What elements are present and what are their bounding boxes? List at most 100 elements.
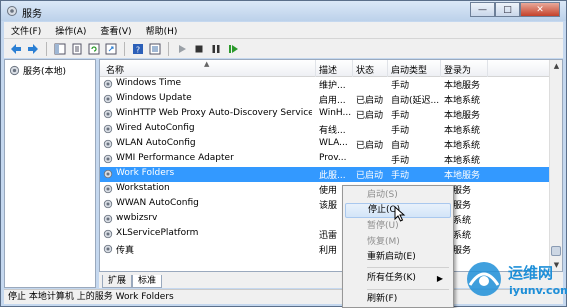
service-gear-icon — [103, 244, 113, 254]
column-divider[interactable] — [315, 60, 316, 77]
table-row[interactable]: XLServicePlatform 迅雷 地系统 — [100, 227, 549, 242]
table-row[interactable]: 传真 利用 络服务 — [100, 242, 549, 257]
column-divider[interactable] — [387, 60, 388, 77]
service-gear-icon — [103, 169, 113, 179]
pause-icon — [212, 44, 220, 53]
column-header-name[interactable]: 名称 — [106, 63, 124, 76]
close-icon: ✕ — [536, 4, 544, 15]
menu-bar: 文件(F) 操作(A) 查看(V) 帮助(H) — [4, 22, 563, 38]
start-icon — [179, 44, 186, 53]
service-gear-icon — [103, 124, 113, 134]
console-tree-icon — [54, 43, 66, 54]
status-text: 停止 本地计算机 上的服务 Work Folders — [8, 292, 174, 302]
menu-file[interactable]: 文件(F) — [4, 24, 48, 37]
view-icon — [149, 43, 161, 54]
cell-name: WMI Performance Adapter — [116, 153, 234, 163]
refresh-button[interactable] — [87, 42, 101, 56]
table-row[interactable]: WLAN AutoConfig WLA... 已启动 自动 本地系统 — [100, 137, 549, 152]
cell-name: wwbizsrv — [116, 213, 158, 223]
column-divider[interactable] — [352, 60, 353, 77]
forward-button[interactable] — [26, 42, 40, 56]
context-item-all-tasks-label: 所有任务(K) — [367, 273, 416, 283]
column-header-desc[interactable]: 描述 — [319, 63, 337, 76]
toolbar-separator — [124, 41, 125, 56]
export-button[interactable] — [104, 42, 118, 56]
scrollbar-thumb[interactable] — [551, 246, 561, 256]
minimize-icon: — — [478, 4, 487, 15]
column-header-startup[interactable]: 启动类型 — [391, 63, 427, 76]
list-header: 名称 ▲ 描述 状态 启动类型 登录为 — [100, 60, 562, 77]
table-row[interactable]: Windows Time 维护... 手动 本地服务 — [100, 77, 549, 92]
table-row[interactable]: WMI Performance Adapter Prov... 手动 本地系统 — [100, 152, 549, 167]
view-button[interactable] — [148, 42, 162, 56]
tree-item-label: 服务(本地) — [23, 67, 67, 77]
cell-startup: 手动 — [391, 156, 410, 166]
restart-service-button[interactable] — [226, 42, 240, 56]
toolbar-separator — [168, 41, 169, 56]
watermark-cn: 运维网 — [508, 264, 554, 282]
help-button[interactable]: ? — [131, 42, 145, 56]
menu-view[interactable]: 查看(V) — [93, 24, 138, 37]
context-item-all-tasks[interactable]: 所有任务(K) ▶ — [345, 271, 451, 286]
service-gear-icon — [103, 139, 113, 149]
context-item-restart[interactable]: 重新启动(E) — [345, 250, 451, 265]
service-gear-icon — [103, 199, 113, 209]
cell-name: WLAN AutoConfig — [116, 138, 196, 148]
watermark: 运维网 iyunv.com — [464, 257, 567, 307]
tab-standard[interactable]: 标准 — [132, 275, 163, 288]
forward-icon — [28, 43, 38, 54]
context-item-resume[interactable]: 恢复(M) — [345, 235, 451, 250]
service-gear-icon — [103, 79, 113, 89]
export-icon — [105, 43, 117, 54]
table-row[interactable]: Work Folders 此服... 已启动 手动 本地服务 — [100, 167, 549, 182]
tab-extended[interactable]: 扩展 — [102, 275, 133, 288]
cell-status: 已启动 — [356, 171, 384, 181]
table-row[interactable]: Workstation 使用 络服务 — [100, 182, 549, 197]
refresh-icon — [88, 43, 100, 54]
cell-startup: 自动 — [391, 141, 410, 151]
console-tree-button[interactable] — [53, 42, 67, 56]
cell-startup: 自动(延迟... — [391, 96, 439, 106]
cell-logon: 本地系统 — [444, 156, 481, 166]
context-item-refresh[interactable]: 刷新(F) — [345, 292, 451, 307]
cell-status: 已启动 — [356, 96, 384, 106]
tree-item-services-local[interactable]: 服务(本地) — [9, 64, 66, 77]
cell-name: Windows Time — [116, 78, 182, 88]
column-divider[interactable] — [487, 60, 488, 77]
services-app-icon — [7, 6, 17, 16]
back-button[interactable] — [9, 42, 23, 56]
column-header-status[interactable]: 状态 — [356, 63, 374, 76]
title-bar[interactable]: 服务 — □ ✕ — [1, 1, 566, 21]
pause-service-button[interactable] — [209, 42, 223, 56]
cell-desc: 此服... — [319, 171, 346, 181]
cell-desc: WLA... — [319, 138, 348, 148]
menu-help[interactable]: 帮助(H) — [139, 24, 185, 37]
context-item-start[interactable]: 启动(S) — [345, 188, 451, 203]
toolbar-separator — [46, 41, 47, 56]
close-button[interactable]: ✕ — [520, 2, 560, 17]
table-row[interactable]: WWAN AutoConfig 该服 地服务 — [100, 197, 549, 212]
properties-icon — [72, 43, 82, 54]
column-divider[interactable] — [440, 60, 441, 77]
back-icon — [11, 43, 21, 54]
maximize-button[interactable]: □ — [495, 2, 520, 17]
stop-service-button[interactable] — [192, 42, 206, 56]
scroll-up-arrow-icon[interactable]: ▲ — [550, 60, 562, 72]
services-icon — [9, 65, 20, 76]
window-controls: — □ ✕ — [470, 2, 560, 18]
cell-desc: Prov... — [319, 153, 347, 163]
services-window: 服务 — □ ✕ 文件(F) 操作(A) 查看(V) 帮助(H) ? 服务(本地… — [0, 0, 567, 308]
table-row[interactable]: Wired AutoConfig 有线... 手动 本地系统 — [100, 122, 549, 137]
stop-icon — [195, 45, 203, 52]
properties-button[interactable] — [70, 42, 84, 56]
cell-startup: 手动 — [391, 81, 410, 91]
table-row[interactable]: wwbizsrv 地系统 — [100, 212, 549, 227]
table-row[interactable]: WinHTTP Web Proxy Auto-Discovery Service… — [100, 107, 549, 122]
menu-action[interactable]: 操作(A) — [48, 24, 93, 37]
vertical-scrollbar[interactable]: ▲ ▼ — [549, 60, 562, 271]
start-service-button[interactable] — [175, 42, 189, 56]
column-header-logon[interactable]: 登录为 — [444, 63, 471, 76]
table-row[interactable]: Windows Update 启用... 已启动 自动(延迟... 本地系统 — [100, 92, 549, 107]
window-title: 服务 — [22, 9, 42, 20]
minimize-button[interactable]: — — [470, 2, 495, 17]
